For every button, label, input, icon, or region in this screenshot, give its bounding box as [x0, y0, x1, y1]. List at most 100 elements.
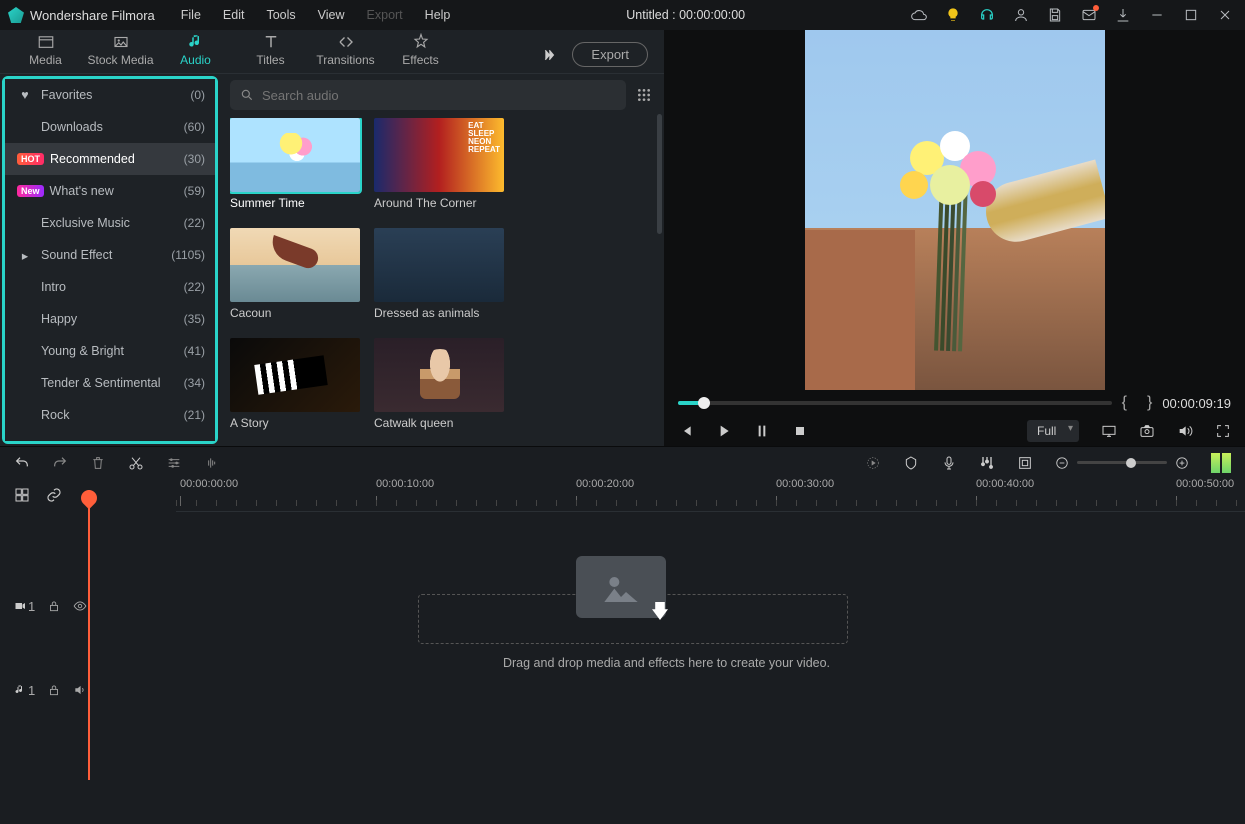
sidebar-item-exclusive-music[interactable]: Exclusive Music(22)	[5, 207, 215, 239]
menu-tools[interactable]: Tools	[256, 4, 305, 26]
quality-select[interactable]: Full	[1027, 420, 1079, 442]
sidebar-highlight: ♥Favorites(0)Downloads(60)HOTRecommended…	[2, 76, 218, 444]
snapshot-icon[interactable]	[1139, 423, 1155, 439]
audio-card[interactable]: Catwalk queen	[374, 338, 504, 446]
fullscreen-icon[interactable]	[1215, 423, 1231, 439]
voiceover-icon[interactable]	[941, 455, 957, 471]
scrub-handle[interactable]	[698, 397, 710, 409]
close-icon[interactable]	[1217, 7, 1233, 23]
download-icon[interactable]	[1115, 7, 1131, 23]
sidebar-label: Happy	[41, 312, 184, 326]
audio-track[interactable]: 1	[0, 648, 1245, 732]
audio-card[interactable]: Dressed as animals	[374, 228, 504, 338]
marker-icon[interactable]	[903, 455, 919, 471]
audio-grid: Summer TimeAround The CornerCacounDresse…	[230, 118, 652, 446]
sidebar-count: (22)	[184, 280, 205, 294]
sidebar-label: Intro	[41, 280, 184, 294]
bracket-in-icon[interactable]: {	[1122, 394, 1137, 412]
video-track-icon: 1	[14, 599, 35, 614]
sidebar-item-favorites[interactable]: ♥Favorites(0)	[5, 79, 215, 111]
sidebar-label: Favorites	[41, 88, 190, 102]
sidebar-item-rock[interactable]: Rock(21)	[5, 399, 215, 431]
zoom-handle[interactable]	[1126, 458, 1136, 468]
prev-frame-icon[interactable]	[678, 423, 694, 439]
crop-icon[interactable]	[1017, 455, 1033, 471]
card-label: A Story	[230, 412, 360, 430]
sidebar-item-recommended[interactable]: HOTRecommended(30)	[5, 143, 215, 175]
tab-media[interactable]: Media	[8, 29, 83, 73]
sidebar-item-tender-sentimental[interactable]: Tender & Sentimental(34)	[5, 367, 215, 399]
scrub-track[interactable]	[678, 401, 1112, 405]
delete-icon[interactable]	[90, 455, 106, 471]
audio-card[interactable]: Cacoun	[230, 228, 360, 338]
audio-card[interactable]: Summer Time	[230, 118, 360, 228]
support-icon[interactable]	[979, 7, 995, 23]
search-input[interactable]	[262, 88, 616, 103]
tips-icon[interactable]	[945, 7, 961, 23]
sidebar-count: (1105)	[171, 248, 205, 262]
search-audio-field[interactable]	[230, 80, 626, 110]
undo-icon[interactable]	[14, 455, 30, 471]
grid-scrollbar[interactable]	[657, 114, 662, 234]
export-button[interactable]: Export	[572, 42, 648, 67]
sidebar-item-downloads[interactable]: Downloads(60)	[5, 111, 215, 143]
audio-category-sidebar[interactable]: ♥Favorites(0)Downloads(60)HOTRecommended…	[5, 79, 215, 441]
audio-mute-icon[interactable]	[73, 683, 87, 697]
video-visible-icon[interactable]	[73, 599, 87, 613]
volume-icon[interactable]	[1177, 423, 1193, 439]
sidebar-label: Recommended	[50, 152, 184, 166]
settings-icon[interactable]	[166, 455, 182, 471]
tab-stock[interactable]: Stock Media	[83, 29, 158, 73]
audio-lock-icon[interactable]	[47, 683, 61, 697]
audio-card[interactable]: A Story	[230, 338, 360, 446]
display-icon[interactable]	[1101, 423, 1117, 439]
cloud-icon[interactable]	[911, 7, 927, 23]
tab-effects[interactable]: Effects	[383, 29, 458, 73]
minimize-icon[interactable]	[1149, 7, 1165, 23]
render-icon[interactable]	[865, 455, 881, 471]
sidebar-item-happy[interactable]: Happy(35)	[5, 303, 215, 335]
tab-transitions[interactable]: Transitions	[308, 29, 383, 73]
more-tabs-icon[interactable]	[540, 47, 556, 63]
stop-icon[interactable]	[792, 423, 808, 439]
audio-mixer-icon[interactable]	[979, 455, 995, 471]
playhead[interactable]	[88, 490, 90, 780]
sidebar-item-what-s-new[interactable]: NewWhat's new(59)	[5, 175, 215, 207]
menu-edit[interactable]: Edit	[213, 4, 255, 26]
link-icon[interactable]	[46, 487, 62, 503]
tab-titles[interactable]: Titles	[233, 29, 308, 73]
menu-export[interactable]: Export	[357, 4, 413, 26]
pause-icon[interactable]	[754, 423, 770, 439]
menu-file[interactable]: File	[171, 4, 211, 26]
video-lock-icon[interactable]	[47, 599, 61, 613]
menu-view[interactable]: View	[308, 4, 355, 26]
redo-icon[interactable]	[52, 455, 68, 471]
timeline-ruler[interactable]: 00:00:00:0000:00:10:0000:00:20:0000:00:3…	[176, 478, 1245, 512]
play-icon[interactable]	[716, 423, 732, 439]
account-icon[interactable]	[1013, 7, 1029, 23]
titlebar-actions	[911, 7, 1237, 23]
audio-card[interactable]: Around The Corner	[374, 118, 504, 228]
save-icon[interactable]	[1047, 7, 1063, 23]
zoom-out-icon[interactable]	[1055, 456, 1069, 470]
audio-grid-pane: Summer TimeAround The CornerCacounDresse…	[218, 74, 664, 446]
bracket-out-icon[interactable]: }	[1147, 394, 1152, 412]
cut-icon[interactable]	[128, 455, 144, 471]
timeline-panel: 00:00:00:0000:00:10:0000:00:20:0000:00:3…	[0, 446, 1245, 824]
track-manager-icon[interactable]	[14, 487, 30, 503]
grid-view-icon[interactable]	[636, 87, 652, 103]
audio-adjust-icon[interactable]	[204, 455, 220, 471]
sidebar-item-young-bright[interactable]: Young & Bright(41)	[5, 335, 215, 367]
menu-help[interactable]: Help	[415, 4, 461, 26]
audio-meters-icon[interactable]	[1211, 453, 1231, 473]
app-logo-icon	[8, 7, 24, 23]
tab-audio[interactable]: Audio	[158, 29, 233, 73]
ruler-mark: 00:00:30:00	[776, 478, 834, 490]
sidebar-item-intro[interactable]: Intro(22)	[5, 271, 215, 303]
card-thumbnail	[230, 338, 360, 412]
maximize-icon[interactable]	[1183, 7, 1199, 23]
zoom-slider[interactable]	[1077, 461, 1167, 464]
sidebar-item-sound-effect[interactable]: ▸Sound Effect(1105)	[5, 239, 215, 271]
video-track[interactable]: 1 Drag and drop media and effects here t…	[0, 564, 1245, 648]
zoom-in-icon[interactable]	[1175, 456, 1189, 470]
